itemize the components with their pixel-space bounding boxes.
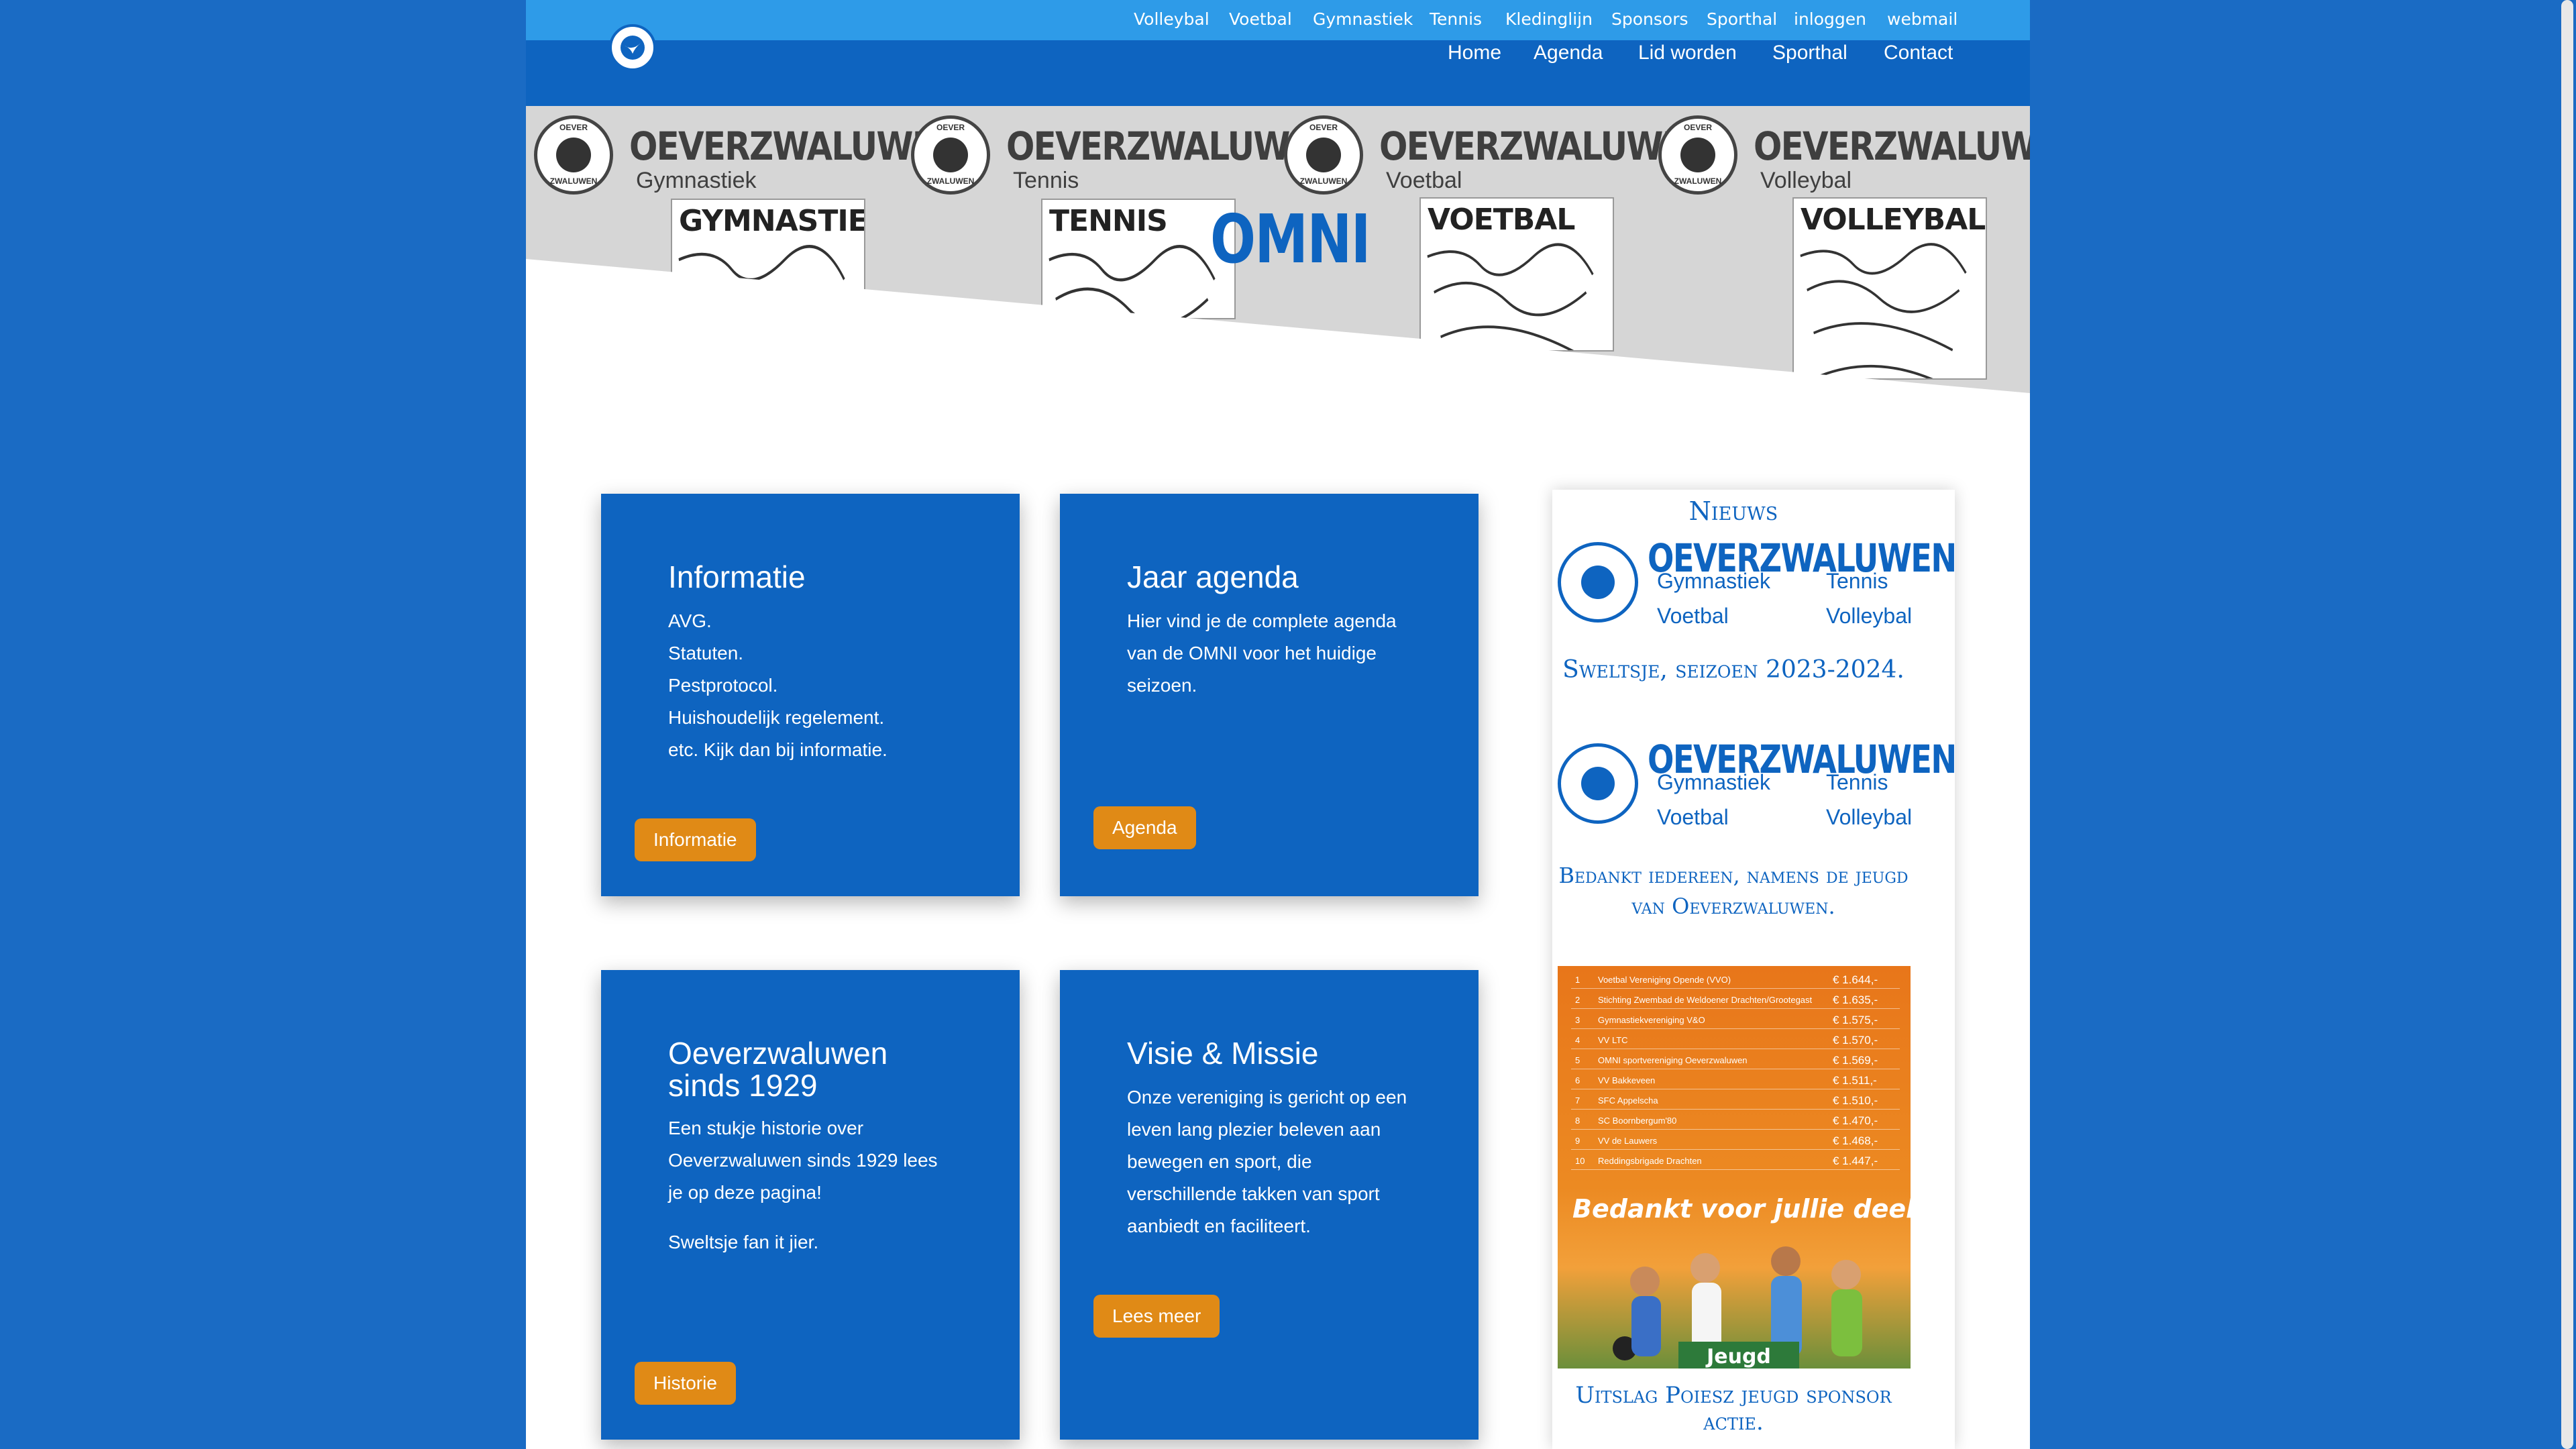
hero-banner: OEVER ZWALUWEN OEVERZWALUWEN Gymnastiek … bbox=[526, 106, 2030, 394]
news-logo-image-1[interactable]: OEVERZWALUWEN Gymnastiek Tennis Voetbal … bbox=[1558, 530, 1957, 631]
topnav-inloggen[interactable]: inloggen bbox=[1794, 9, 1866, 29]
kids-photo: Jeugd bbox=[1613, 1246, 1862, 1368]
mainnav-lid-worden[interactable]: Lid worden bbox=[1638, 42, 1737, 64]
site-logo[interactable] bbox=[609, 24, 656, 71]
top-navigation-bar: Volleybal Voetbal Gymnastiek Tennis Kled… bbox=[526, 0, 2030, 40]
topnav-gymnastiek[interactable]: Gymnastiek bbox=[1313, 9, 1413, 29]
agenda-button[interactable]: Agenda bbox=[1093, 806, 1196, 849]
topnav-kledinglijn[interactable]: Kledinglijn bbox=[1505, 9, 1593, 29]
card-visie-missie: Visie & Missie Onze vereniging is gerich… bbox=[1060, 970, 1479, 1440]
card-historie: Oeverzwaluwen sinds 1929 Een stukje hist… bbox=[601, 970, 1020, 1440]
news-sidebar: Nieuws OEVERZWALUWEN Gymnastiek Tennis V… bbox=[1552, 490, 1957, 1449]
informatie-button[interactable]: Informatie bbox=[635, 818, 756, 861]
news-link-bedankt[interactable]: Bedankt iedereen, namens de jeugd van Oe… bbox=[1552, 860, 1915, 922]
mainnav-home[interactable]: Home bbox=[1448, 42, 1501, 64]
thanks-text: Bedankt voor jullie deelname! bbox=[1572, 1194, 1911, 1224]
card-body: AVG. Statuten. Pestprotocol. Huishoudeli… bbox=[668, 610, 888, 760]
historie-button[interactable]: Historie bbox=[635, 1362, 736, 1405]
topnav-voetbal[interactable]: Voetbal bbox=[1229, 9, 1292, 29]
card-title: Oeverzwaluwen sinds 1929 bbox=[668, 1036, 888, 1103]
card-body: Onze vereniging is gericht op een leven … bbox=[1127, 1087, 1407, 1236]
card-jaar-agenda: Jaar agenda Hier vind je de complete age… bbox=[1060, 494, 1479, 896]
lees-meer-button[interactable]: Lees meer bbox=[1093, 1295, 1220, 1338]
page-container: Volleybal Voetbal Gymnastiek Tennis Kled… bbox=[526, 0, 2030, 1449]
scrollbar-thumb[interactable] bbox=[2561, 0, 2573, 1449]
sidebar-heading: Nieuws bbox=[1688, 496, 1778, 526]
topnav-sponsors[interactable]: Sponsors bbox=[1611, 9, 1688, 29]
news-link-sweltsje[interactable]: Sweltsje, seizoen 2023-2024. bbox=[1552, 656, 1915, 684]
swallow-icon bbox=[621, 36, 645, 60]
card-body: Een stukje historie over Oeverzwaluwen s… bbox=[668, 1118, 938, 1252]
card-title: Visie & Missie bbox=[1127, 1036, 1319, 1071]
card-informatie: Informatie AVG. Statuten. Pestprotocol. … bbox=[601, 494, 1020, 896]
svg-text:Jeugd: Jeugd bbox=[1705, 1345, 1771, 1368]
card-title: Informatie bbox=[668, 559, 806, 594]
topnav-volleybal[interactable]: Volleybal bbox=[1134, 9, 1210, 29]
page-title: OMNI bbox=[1210, 200, 1371, 278]
card-body: Hier vind je de complete agenda van de O… bbox=[1127, 610, 1397, 696]
card-title: Jaar agenda bbox=[1127, 559, 1299, 594]
topnav-sporthal[interactable]: Sporthal bbox=[1707, 9, 1777, 29]
mainnav-sporthal[interactable]: Sporthal bbox=[1772, 42, 1847, 64]
main-header: Home Agenda Lid worden Sporthal Contact bbox=[526, 40, 2030, 106]
topnav-webmail[interactable]: webmail bbox=[1887, 9, 1957, 29]
news-logo-image-2[interactable]: OEVERZWALUWEN Gymnastiek Tennis Voetbal … bbox=[1558, 731, 1957, 832]
topnav-tennis[interactable]: Tennis bbox=[1430, 9, 1482, 29]
mainnav-agenda[interactable]: Agenda bbox=[1534, 42, 1603, 64]
news-link-poiesz[interactable]: Uitslag Poiesz jeugd sponsor actie. bbox=[1552, 1382, 1915, 1436]
poiesz-ranking-image[interactable]: 1 Voetbal Vereniging Opende (VVO) € 1.644,… bbox=[1558, 966, 1911, 1368]
mainnav-contact[interactable]: Contact bbox=[1884, 42, 1953, 64]
